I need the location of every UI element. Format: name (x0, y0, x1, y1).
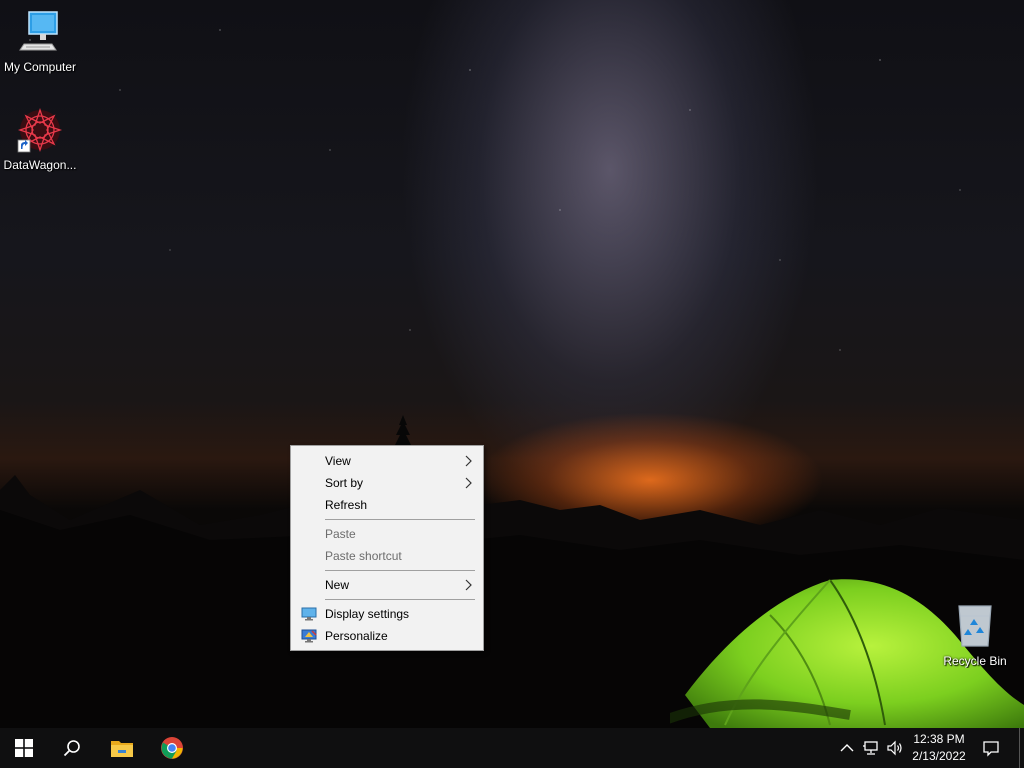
personalize-icon (301, 629, 317, 643)
desktop-icon-datawagon[interactable]: DataWagon... (0, 106, 80, 172)
chevron-up-icon[interactable] (838, 739, 856, 757)
desktop-icon-label: My Computer (3, 60, 77, 74)
network-icon[interactable] (862, 739, 880, 757)
monitor-icon (16, 8, 64, 56)
menu-item-sort-by[interactable]: Sort by (291, 472, 483, 494)
menu-item-display-settings[interactable]: Display settings (291, 603, 483, 625)
chrome-icon (161, 737, 183, 759)
menu-item-label: View (325, 454, 351, 468)
search-button[interactable] (48, 728, 96, 768)
notification-icon[interactable] (982, 739, 1000, 757)
chevron-right-icon (465, 477, 472, 489)
menu-item-label: Personalize (325, 629, 388, 643)
menu-item-paste: Paste (291, 523, 483, 545)
taskbar-chrome[interactable] (148, 728, 196, 768)
menu-item-new[interactable]: New (291, 574, 483, 596)
datawagon-shortcut-icon (16, 106, 64, 154)
desktop-icon-label: Recycle Bin (943, 654, 1007, 668)
taskbar-file-explorer[interactable] (98, 728, 146, 768)
clock-date: 2/13/2022 (912, 749, 966, 763)
clock-time: 12:38 PM (913, 732, 965, 746)
menu-item-refresh[interactable]: Refresh (291, 494, 483, 516)
menu-item-label: New (325, 578, 350, 592)
desktop-background[interactable]: My Computer DataWagon... Recycle Bin Vie… (0, 0, 1024, 728)
search-icon (63, 740, 80, 757)
menu-item-label: Refresh (325, 498, 368, 512)
taskbar-clock[interactable]: 12:38 PM 2/13/2022 (908, 731, 970, 765)
menu-separator (325, 570, 475, 571)
desktop-icon-recycle-bin[interactable]: Recycle Bin (935, 602, 1015, 668)
windows-start-icon (15, 739, 33, 757)
menu-item-view[interactable]: View (291, 450, 483, 472)
chevron-right-icon (465, 579, 472, 591)
file-explorer-icon (111, 741, 133, 757)
menu-item-label: Sort by (325, 476, 364, 490)
taskbar: 12:38 PM 2/13/2022 (0, 728, 1024, 768)
desktop-context-menu: View Sort by Refresh Paste Paste shortcu… (290, 445, 484, 651)
start-button[interactable] (0, 728, 48, 768)
volume-icon[interactable] (886, 739, 904, 757)
menu-item-label: Paste shortcut (325, 549, 402, 563)
menu-item-paste-shortcut: Paste shortcut (291, 545, 483, 567)
recycle-bin-icon (951, 602, 999, 650)
menu-item-personalize[interactable]: Personalize (291, 625, 483, 647)
menu-separator (325, 519, 475, 520)
menu-separator (325, 599, 475, 600)
desktop-icon-my-computer[interactable]: My Computer (0, 8, 80, 74)
menu-item-label: Display settings (325, 607, 410, 621)
menu-item-label: Paste (325, 527, 356, 541)
chevron-right-icon (465, 455, 472, 467)
desktop-icon-label: DataWagon... (3, 158, 77, 172)
display-settings-icon (301, 607, 317, 621)
show-desktop-button[interactable] (1019, 728, 1024, 768)
